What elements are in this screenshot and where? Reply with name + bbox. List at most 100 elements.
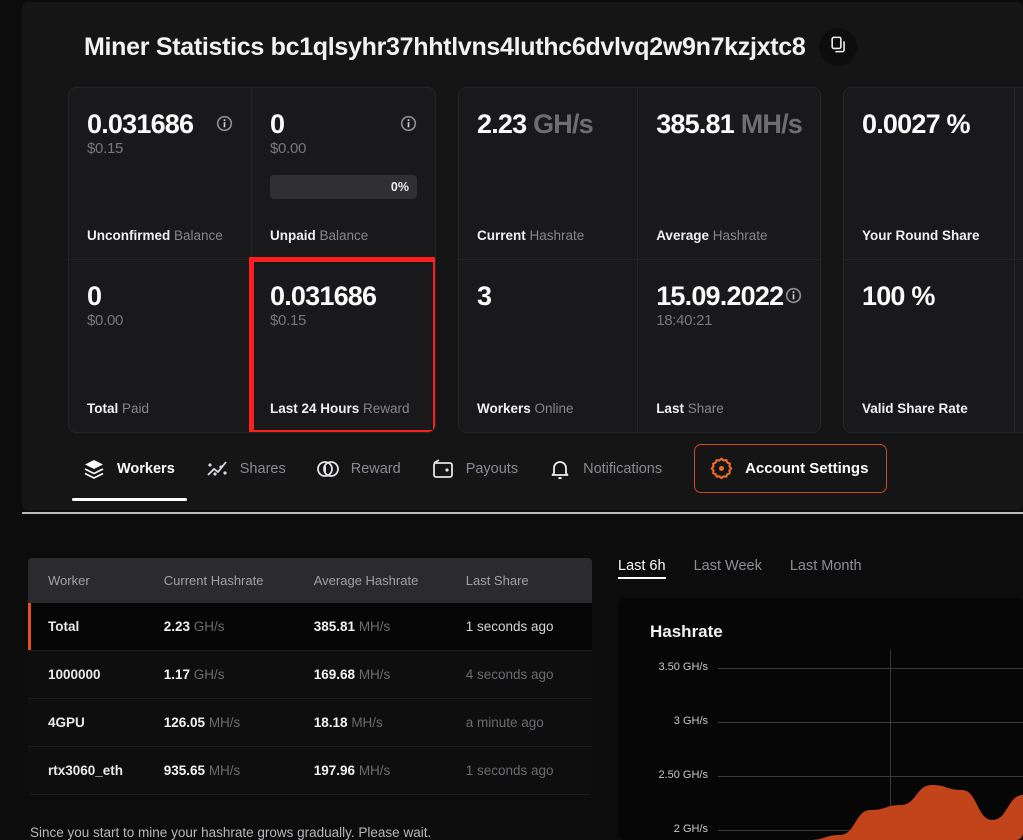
info-icon[interactable] <box>216 115 233 132</box>
card-current-hashrate: 2.23 GH/s Current Hashrate <box>459 88 639 260</box>
hashrate-chart-card: Hashrate 3.50 GH/s 3 GH/s 2.50 GH/s 2 GH… <box>618 598 1023 840</box>
chart-tab-last-month[interactable]: Last Month <box>790 558 862 579</box>
card-label: Current Hashrate <box>477 228 585 243</box>
table-header-row: Worker Current Hashrate Average Hashrate… <box>28 558 592 603</box>
tab-label: Reward <box>350 460 401 477</box>
scatter-chart-icon <box>205 457 229 481</box>
cell-current-hashrate: 126.05 MH/s <box>163 698 314 747</box>
workers-online-value: 3 <box>477 281 492 311</box>
cell-worker: 4GPU <box>28 698 164 747</box>
miner-statistics-page: Miner Statistics bc1qlsyhr37hhtlvns4luth… <box>0 0 1023 840</box>
tab-label: Notifications <box>583 460 663 477</box>
page-title: Miner Statistics bc1qlsyhr37hhtlvns4luth… <box>84 32 806 61</box>
copy-icon <box>829 35 848 59</box>
card-label: Average Hashrate <box>656 228 768 243</box>
card-last-24-hours-reward: 0.031686 $0.15 Last 24 Hours Reward <box>249 257 435 432</box>
cell-last-share: 1 seconds ago <box>465 746 592 795</box>
last-share-time: 18:40:21 <box>656 312 713 330</box>
card-workers-online: 3 Workers Online <box>459 260 639 432</box>
card-label: Last Share <box>656 401 724 416</box>
table-row[interactable]: 4GPU 126.05 MH/s 18.18 MH/s a minute ago <box>28 698 592 747</box>
card-unpaid-balance: 0 $0.00 0% Unpaid Balance <box>252 88 435 260</box>
tab-workers[interactable]: Workers <box>68 447 191 501</box>
card-valid-share-rate: 100 % Valid Share Rate <box>844 260 1015 432</box>
tab-label: Account Settings <box>745 460 869 477</box>
section-divider <box>22 512 1023 514</box>
wallet-icon <box>431 457 455 481</box>
card-label: Your Round Share <box>862 228 980 243</box>
layers-icon <box>82 457 106 481</box>
chart-tab-last-week[interactable]: Last Week <box>694 558 762 579</box>
table-row[interactable]: rtx3060_eth 935.65 MH/s 197.96 MH/s 1 se… <box>28 746 592 795</box>
card-clipped-value: 1.7 $8. <box>1015 88 1023 260</box>
hashrate-area-series <box>718 785 1023 840</box>
table-row[interactable]: 1000000 1.17 GH/s 169.68 MH/s 4 seconds … <box>28 650 592 699</box>
col-current-hashrate: Current Hashrate <box>163 558 314 603</box>
lower-section: Worker Current Hashrate Average Hashrate… <box>0 522 1023 840</box>
chart-title: Hashrate <box>650 622 723 641</box>
tab-payouts[interactable]: Payouts <box>417 447 534 491</box>
cell-average-hashrate: 169.68 MH/s <box>313 650 466 699</box>
card-label: Total Paid <box>87 401 150 416</box>
last-24h-reward-value: 0.031686 <box>270 281 377 311</box>
hashrate-footnote: Since you start to mine your hashrate gr… <box>30 825 432 840</box>
card-total-paid: 0 $0.00 Total Paid <box>69 260 252 432</box>
cell-worker: Total <box>28 603 164 651</box>
round-share-value: 0.0027 % <box>862 109 971 139</box>
unconfirmed-balance-usd: $0.15 <box>87 140 124 158</box>
statistics-panel: Miner Statistics bc1qlsyhr37hhtlvns4luth… <box>22 2 1023 510</box>
cell-average-hashrate: 197.96 MH/s <box>313 746 466 795</box>
card-label: Unpaid Balance <box>270 228 369 243</box>
coins-icon <box>316 457 340 481</box>
card-unconfirmed-balance: 0.031686 $0.15 Unconfirmed Balance <box>69 88 252 260</box>
total-paid-usd: $0.00 <box>87 312 124 330</box>
gear-icon <box>709 456 734 481</box>
cell-worker: 1000000 <box>28 650 164 699</box>
tab-account-settings[interactable]: Account Settings <box>694 444 888 493</box>
total-paid-value: 0 <box>87 281 102 311</box>
tab-label: Shares <box>239 460 286 477</box>
tab-label: Payouts <box>465 460 519 477</box>
card-label: Valid Share Rate <box>862 401 968 416</box>
payout-progress-value: 0% <box>390 180 409 195</box>
card-last-share: 15.09.2022 18:40:21 Last Share <box>638 260 820 432</box>
last-24h-reward-usd: $0.15 <box>270 312 307 330</box>
card-info-note: You pro App cal you <box>1015 260 1023 432</box>
chart-tab-last-6h[interactable]: Last 6h <box>618 558 666 579</box>
ytick-label: 2 GH/s <box>673 823 708 835</box>
cell-last-share: a minute ago <box>465 698 592 747</box>
cell-current-hashrate: 935.65 MH/s <box>163 746 314 795</box>
stat-cards: 0.031686 $0.15 Unconfirmed Balance 0 $0. <box>68 87 1023 433</box>
payout-progress-bar: 0% <box>270 175 417 200</box>
cell-current-hashrate: 2.23 GH/s <box>163 603 314 651</box>
card-label: Last 24 Hours Reward <box>270 401 410 416</box>
tab-reward[interactable]: Reward <box>302 447 417 491</box>
col-average-hashrate: Average Hashrate <box>313 558 466 603</box>
tab-label: Workers <box>117 460 175 477</box>
tab-shares[interactable]: Shares <box>191 447 302 491</box>
tab-notifications[interactable]: Notifications <box>534 447 678 491</box>
ytick-label: 3.50 GH/s <box>658 661 708 673</box>
average-hashrate-unit: MH/s <box>740 109 803 139</box>
copy-address-button[interactable] <box>819 28 858 66</box>
average-hashrate-value: 385.81 MH/s <box>656 109 803 139</box>
card-label: Workers Online <box>477 401 574 416</box>
info-icon[interactable] <box>400 115 417 132</box>
ytick-label: 2.50 GH/s <box>658 769 708 781</box>
bell-icon <box>548 457 572 481</box>
unpaid-balance-usd: $0.00 <box>270 140 307 158</box>
valid-share-rate-value: 100 % <box>862 281 935 311</box>
cell-last-share: 4 seconds ago <box>465 650 592 699</box>
chart-plot-area: 3.50 GH/s 3 GH/s 2.50 GH/s 2 GH/s <box>618 650 1023 840</box>
cell-worker: rtx3060_eth <box>28 746 164 795</box>
cell-last-share: 1 seconds ago <box>465 603 592 651</box>
unconfirmed-balance-value: 0.031686 <box>87 109 194 139</box>
card-label: Unconfirmed Balance <box>87 228 223 243</box>
workers-table-card: Worker Current Hashrate Average Hashrate… <box>28 558 592 795</box>
cell-average-hashrate: 385.81 MH/s <box>313 603 466 651</box>
title-row: Miner Statistics bc1qlsyhr37hhtlvns4luth… <box>22 2 1023 66</box>
balance-card-group: 0.031686 $0.15 Unconfirmed Balance 0 $0. <box>68 87 436 433</box>
ytick-label: 3 GH/s <box>673 715 708 727</box>
table-row[interactable]: Total 2.23 GH/s 385.81 MH/s 1 seconds ag… <box>28 603 592 651</box>
info-icon[interactable] <box>785 287 802 304</box>
